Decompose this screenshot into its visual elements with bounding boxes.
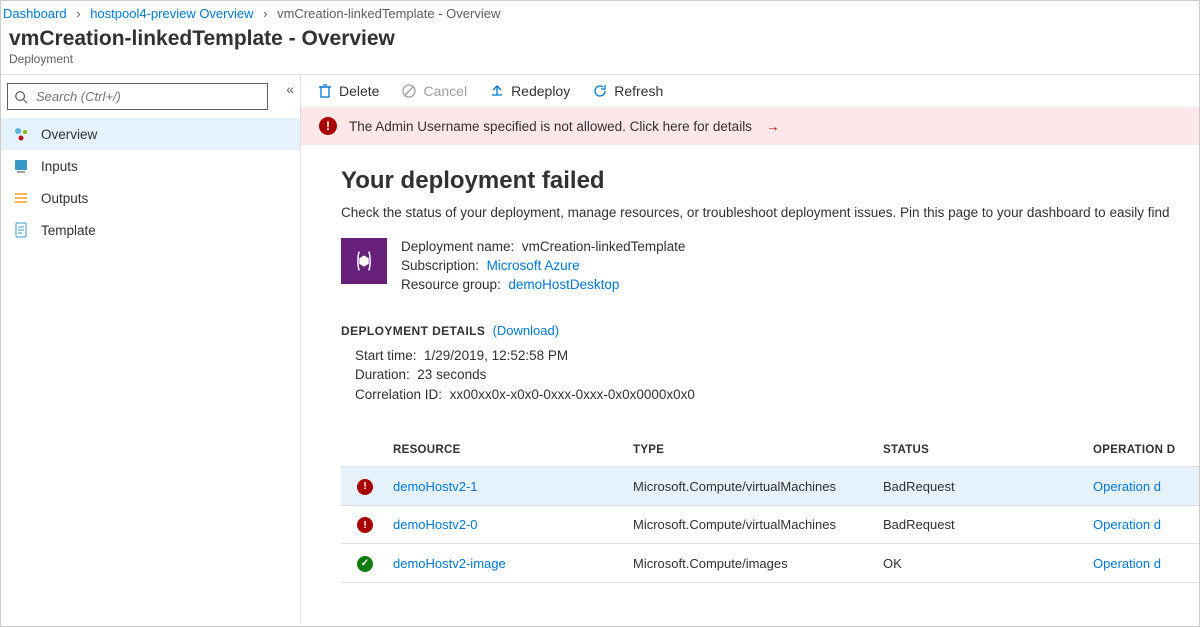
success-icon: ✓ <box>357 556 373 572</box>
search-input[interactable] <box>7 83 268 110</box>
inputs-icon <box>13 158 29 174</box>
resource-type: Microsoft.Compute/virtualMachines <box>625 505 875 544</box>
correlation-id-value: xx00xx0x-x0x0-0xxx-0xxx-0x0x0000x0x0 <box>450 387 695 402</box>
sidebar-item-inputs[interactable]: Inputs <box>1 150 300 182</box>
error-icon: ! <box>357 479 373 495</box>
toolbar: Delete Cancel Redeploy Refresh <box>301 75 1199 107</box>
resource-type: Microsoft.Compute/images <box>625 544 875 583</box>
resource-link[interactable]: demoHostv2-image <box>393 556 506 571</box>
correlation-id-label: Correlation ID: <box>355 387 442 402</box>
col-status[interactable]: STATUS <box>875 434 1085 467</box>
page-title: vmCreation-linkedTemplate - Overview <box>9 27 1191 51</box>
redeploy-icon <box>489 83 505 99</box>
search-icon <box>14 90 28 104</box>
breadcrumb-separator: › <box>76 6 80 21</box>
duration-label: Duration: <box>355 367 410 382</box>
resource-status: BadRequest <box>875 505 1085 544</box>
sidebar-item-template[interactable]: Template <box>1 214 300 246</box>
error-banner[interactable]: ! The Admin Username specified is not al… <box>301 107 1199 145</box>
table-row[interactable]: ✓ demoHostv2-image Microsoft.Compute/image… <box>341 544 1199 583</box>
col-operation[interactable]: OPERATION D <box>1085 434 1199 467</box>
start-time-label: Start time: <box>355 348 417 363</box>
resource-link[interactable]: demoHostv2-1 <box>393 479 478 494</box>
sidebar-item-label: Outputs <box>41 191 88 206</box>
start-time-value: 1/29/2019, 12:52:58 PM <box>424 348 568 363</box>
refresh-icon <box>592 83 608 99</box>
delete-icon <box>317 83 333 99</box>
resource-status: OK <box>875 544 1085 583</box>
cancel-button: Cancel <box>401 83 467 99</box>
sidebar-item-overview[interactable]: Overview <box>1 118 300 150</box>
table-row[interactable]: ! demoHostv2-1 Microsoft.Compute/virtualMa… <box>341 467 1199 506</box>
collapse-sidebar-button[interactable]: « <box>286 81 294 97</box>
table-row[interactable]: ! demoHostv2-0 Microsoft.Compute/virtualMa… <box>341 505 1199 544</box>
redeploy-button[interactable]: Redeploy <box>489 83 570 99</box>
download-link[interactable]: (Download) <box>493 323 559 338</box>
deployment-icon <box>341 238 387 284</box>
overview-icon <box>13 126 29 142</box>
sidebar: « Overview Inputs Outputs Template <box>1 75 301 624</box>
resource-link[interactable]: demoHostv2-0 <box>393 517 478 532</box>
arrow-right-icon: → <box>766 119 780 134</box>
sidebar-item-outputs[interactable]: Outputs <box>1 182 300 214</box>
breadcrumb-separator: › <box>263 6 267 21</box>
cancel-icon <box>401 83 417 99</box>
redeploy-label: Redeploy <box>511 83 570 99</box>
breadcrumb: Dashboard › hostpool4-preview Overview ›… <box>1 1 1199 23</box>
main-content: Delete Cancel Redeploy Refresh <box>301 75 1199 624</box>
dep-name-value: vmCreation-linkedTemplate <box>522 239 686 254</box>
rg-link[interactable]: demoHostDesktop <box>508 277 619 292</box>
details-section-title: DEPLOYMENT DETAILS <box>341 324 485 338</box>
delete-button[interactable]: Delete <box>317 83 379 99</box>
refresh-label: Refresh <box>614 83 663 99</box>
breadcrumb-link[interactable]: hostpool4-preview Overview <box>90 6 253 21</box>
col-resource[interactable]: RESOURCE <box>385 434 625 467</box>
cancel-label: Cancel <box>423 83 467 99</box>
refresh-button[interactable]: Refresh <box>592 83 663 99</box>
operation-link[interactable]: Operation d <box>1093 479 1161 494</box>
template-icon <box>13 222 29 238</box>
status-description: Check the status of your deployment, man… <box>341 205 1199 220</box>
subscription-link[interactable]: Microsoft Azure <box>487 258 580 273</box>
operation-link[interactable]: Operation d <box>1093 556 1161 571</box>
error-icon: ! <box>319 117 337 135</box>
sidebar-item-label: Template <box>41 223 96 238</box>
outputs-icon <box>13 190 29 206</box>
error-banner-text: The Admin Username specified is not allo… <box>349 119 752 134</box>
dep-name-label: Deployment name: <box>401 239 514 254</box>
error-icon: ! <box>357 517 373 533</box>
resource-type: Microsoft.Compute/virtualMachines <box>625 467 875 506</box>
col-type[interactable]: TYPE <box>625 434 875 467</box>
operation-link[interactable]: Operation d <box>1093 517 1161 532</box>
sidebar-item-label: Inputs <box>41 159 78 174</box>
page-header: vmCreation-linkedTemplate - Overview Dep… <box>1 23 1199 74</box>
breadcrumb-link[interactable]: Dashboard <box>3 6 67 21</box>
sidebar-item-label: Overview <box>41 127 97 142</box>
subscription-label: Subscription: <box>401 258 479 273</box>
delete-label: Delete <box>339 83 379 99</box>
status-title: Your deployment failed <box>341 167 1199 195</box>
page-subtitle: Deployment <box>9 52 1191 66</box>
breadcrumb-current: vmCreation-linkedTemplate - Overview <box>277 6 500 21</box>
rg-label: Resource group: <box>401 277 501 292</box>
resources-table: RESOURCE TYPE STATUS OPERATION D ! demoHo… <box>341 434 1199 583</box>
resource-status: BadRequest <box>875 467 1085 506</box>
duration-value: 23 seconds <box>417 367 486 382</box>
